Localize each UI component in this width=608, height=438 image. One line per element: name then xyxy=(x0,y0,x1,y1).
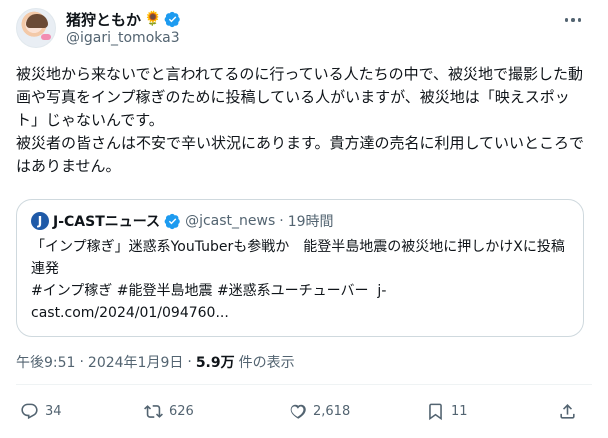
bookmark-icon xyxy=(429,403,442,420)
sunflower-emoji: 🌻 xyxy=(144,11,162,27)
verified-badge-icon xyxy=(165,11,181,27)
author-handle[interactable]: @igari_tomoka3 xyxy=(66,30,180,46)
quoted-text: 「インプ稼ぎ」迷惑系YouTuberも参戦か 能登半島地震の被災地に押しかけXに… xyxy=(31,239,565,321)
repost-icon xyxy=(144,404,163,418)
tweet-text: 被災地から来ないでと言われてるのに行っている人たちの中で、被災地で撮影した動画や… xyxy=(16,65,585,175)
like-button[interactable]: 2,618 xyxy=(288,396,350,426)
like-count: 2,618 xyxy=(313,403,351,419)
author-display-name[interactable]: 猪狩ともか xyxy=(66,9,141,30)
quoted-handle: @jcast_news xyxy=(185,213,276,229)
bookmark-count: 11 xyxy=(451,403,468,419)
repost-count: 626 xyxy=(169,403,194,419)
quoted-time: 19時間 xyxy=(287,214,334,230)
more-dot xyxy=(571,18,575,22)
like-icon xyxy=(290,404,306,419)
author-name-row: 猪狩ともか 🌻 xyxy=(66,9,181,29)
tweet-meta: 午後9:51 · 2024年1月9日 · 5.9万 件の表示 xyxy=(16,352,295,372)
tweet-date[interactable]: 2024年1月9日 xyxy=(88,352,183,372)
divider xyxy=(16,384,592,385)
tweet-time[interactable]: 午後9:51 xyxy=(16,352,75,372)
views-label: 件の表示 xyxy=(238,355,295,371)
repost-button[interactable]: 626 xyxy=(144,396,194,426)
action-bar: 34 626 2,618 11 xyxy=(16,396,592,426)
more-icon[interactable] xyxy=(560,10,586,30)
avatar-bow xyxy=(41,34,51,40)
quoted-display-name: J-CASTニュース xyxy=(53,214,161,230)
bookmark-button[interactable]: 11 xyxy=(426,396,468,426)
reply-count: 34 xyxy=(45,403,62,419)
more-dot xyxy=(564,18,569,22)
verified-badge-icon xyxy=(164,213,180,229)
share-button[interactable] xyxy=(558,396,577,426)
views-count: 5.9万 xyxy=(195,355,235,371)
meta-separator: · xyxy=(187,354,192,370)
jcast-logo: J xyxy=(31,212,49,230)
avatar-hair xyxy=(26,14,48,28)
meta-separator: · xyxy=(79,354,84,370)
avatar[interactable] xyxy=(16,8,56,48)
quoted-tweet[interactable]: J J-CASTニュース @jcast_news · 19時間 「インプ稼ぎ」迷… xyxy=(16,199,584,337)
quoted-separator: · xyxy=(279,213,284,229)
share-icon xyxy=(560,403,575,419)
quoted-author-row: J J-CASTニュース @jcast_news · 19時間 xyxy=(31,211,334,231)
tweet-card: 猪狩ともか 🌻 @igari_tomoka3 被災地から来ないでと言われてるのに… xyxy=(0,0,608,438)
reply-button[interactable]: 34 xyxy=(20,396,62,426)
reply-icon xyxy=(21,403,38,419)
more-dot xyxy=(577,18,582,22)
